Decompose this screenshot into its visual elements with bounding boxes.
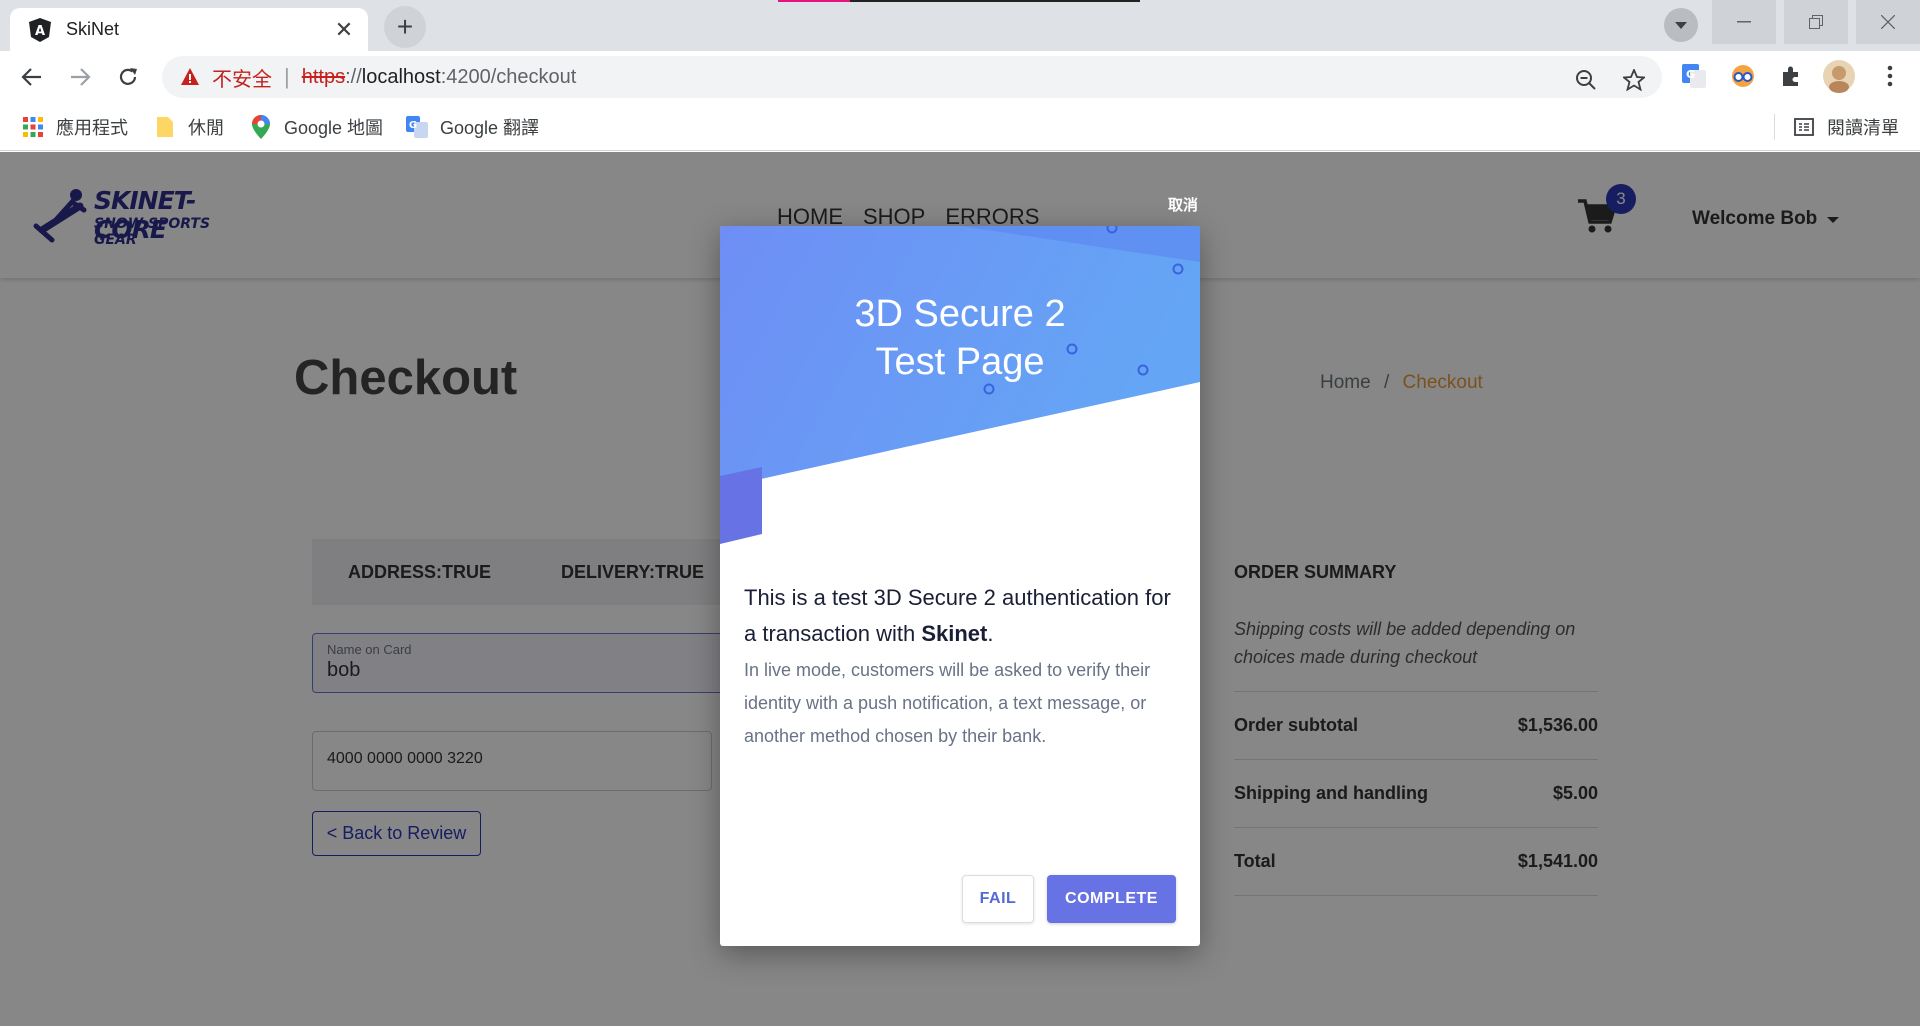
modal-title-line1: 3D Secure 2 (854, 293, 1066, 335)
complete-button[interactable]: COMPLETE (1047, 875, 1176, 923)
close-window-button[interactable] (1856, 0, 1920, 44)
restore-icon (1809, 15, 1823, 29)
modal-lead-text: This is a test 3D Secure 2 authenticatio… (744, 585, 1171, 646)
folder-icon (154, 116, 176, 138)
forward-button[interactable] (64, 61, 96, 93)
modal-body: This is a test 3D Secure 2 authenticatio… (744, 580, 1176, 753)
reading-list-icon (1793, 116, 1815, 138)
back-button[interactable] (16, 61, 48, 93)
new-tab-button[interactable]: + (384, 6, 426, 48)
bookmark-google-maps[interactable]: Google 地圖 (250, 114, 383, 140)
angular-favicon-icon: A (28, 17, 52, 42)
url-text: ://localhost:4200/checkout (345, 65, 577, 88)
minimize-button[interactable] (1712, 0, 1776, 44)
bookmark-folder-leisure[interactable]: 休閒 (154, 114, 224, 140)
apps-grid-icon (22, 116, 44, 138)
tab-search-button[interactable] (1664, 8, 1698, 42)
bookmarks-bar: 應用程式 休閒 Google 地圖 G Google 翻譯 閱讀清單 (0, 104, 1920, 151)
reload-button[interactable] (112, 61, 144, 93)
tab-close-icon[interactable]: ✕ (332, 17, 356, 43)
menu-kebab-icon[interactable] (1876, 62, 1904, 90)
modal-title: 3D Secure 2 Test Page (720, 290, 1200, 386)
reading-list-button[interactable]: 閱讀清單 (1774, 114, 1899, 140)
tab-title: SkiNet (66, 19, 120, 39)
warning-icon (181, 68, 199, 85)
loading-progress-bar (778, 0, 1140, 2)
bookmark-star-icon[interactable] (1620, 66, 1648, 94)
chevron-down-icon (1675, 22, 1687, 29)
modal-description: In live mode, customers will be asked to… (744, 660, 1151, 746)
bookmark-apps[interactable]: 應用程式 (22, 114, 128, 140)
url-scheme: https (301, 65, 346, 88)
translate-extension-icon[interactable]: G (1680, 62, 1708, 90)
close-icon (1881, 15, 1895, 29)
bookmark-label: Google 地圖 (284, 118, 384, 138)
minimize-icon (1737, 21, 1751, 23)
reload-icon (119, 68, 137, 85)
restore-button[interactable] (1784, 0, 1848, 44)
fail-button[interactable]: FAIL (962, 875, 1034, 923)
3ds-modal: 3D Secure 2 Test Page This is a test 3D … (720, 226, 1200, 946)
bookmark-label: 應用程式 (56, 118, 128, 138)
browser-tabstrip: A SkiNet ✕ + (0, 0, 1920, 51)
svg-text:G: G (1686, 68, 1695, 81)
security-label[interactable]: 不安全 (212, 63, 272, 92)
merchant-name: Skinet (921, 621, 988, 646)
zoom-icon[interactable] (1572, 66, 1600, 94)
mask-extension-icon[interactable] (1729, 62, 1757, 90)
puzzle-extensions-icon[interactable] (1777, 62, 1805, 90)
browser-toolbar: 不安全 | https ://localhost:4200/checkout G (0, 51, 1920, 104)
profile-avatar[interactable] (1822, 59, 1856, 93)
svg-text:G: G (409, 120, 417, 131)
bookmark-label: 休閒 (188, 118, 224, 138)
arrow-left-icon (21, 68, 41, 86)
cancel-link[interactable]: 取消 (1168, 194, 1198, 215)
bookmark-label: Google 翻譯 (440, 118, 540, 138)
omnibox-separator: | (284, 64, 290, 89)
reading-list-label: 閱讀清單 (1827, 118, 1899, 138)
google-maps-icon (250, 115, 272, 139)
google-translate-icon: G (406, 116, 428, 138)
arrow-right-icon (71, 68, 91, 86)
svg-text:A: A (35, 24, 45, 39)
modal-title-line2: Test Page (875, 341, 1045, 383)
modal-hero-graphic (720, 226, 1200, 544)
address-bar[interactable]: 不安全 | https ://localhost:4200/checkout (162, 56, 1662, 98)
browser-tab-active[interactable]: A SkiNet ✕ (10, 8, 368, 51)
bookmark-google-translate[interactable]: G Google 翻譯 (406, 114, 539, 140)
